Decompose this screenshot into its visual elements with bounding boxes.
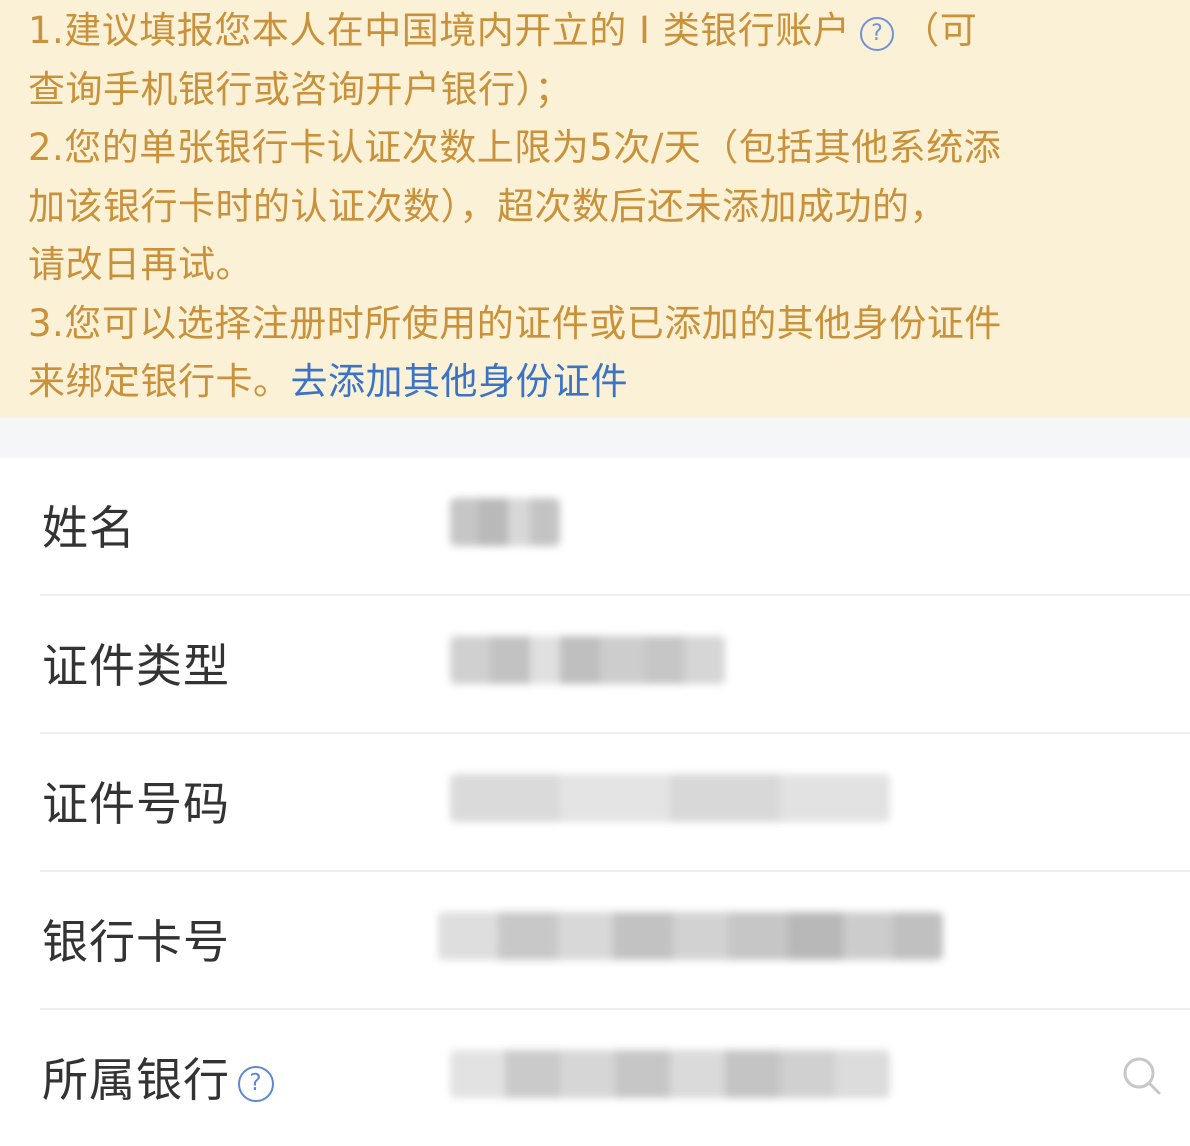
name-value-redacted: [450, 498, 560, 546]
notice-line-1-text: 1.建议填报您本人在中国境内开立的 I 类银行账户: [28, 9, 851, 52]
add-other-id-link[interactable]: 去添加其他身份证件: [291, 360, 629, 403]
card-number-value-redacted: [438, 912, 943, 960]
notice-line-3: 2.您的单张银行卡认证次数上限为5次/天（包括其他系统添: [28, 126, 1002, 169]
id-type-value-redacted: [450, 636, 725, 684]
notice-line-4: 加该银行卡时的认证次数），超次数后还未添加成功的，: [28, 184, 947, 228]
name-row: 姓名: [40, 458, 1190, 596]
notice-panel: 1.建议填报您本人在中国境内开立的 I 类银行账户? （可 查询手机银行或咨询开户…: [0, 0, 1190, 418]
bank-label-text: 所属银行: [42, 1053, 230, 1107]
notice-line-2: 查询手机银行或咨询开户银行）；: [28, 67, 572, 111]
bank-value-redacted: [450, 1050, 890, 1098]
section-divider: [0, 418, 1190, 458]
card-number-label: 银行卡号: [42, 915, 230, 969]
id-type-label: 证件类型: [42, 639, 230, 693]
notice-line-1: 1.建议填报您本人在中国境内开立的 I 类银行账户? （可: [28, 2, 1170, 61]
bank-label: 所属银行?: [42, 1044, 282, 1110]
search-icon[interactable]: [1120, 1054, 1164, 1098]
id-number-row: 证件号码: [40, 734, 1190, 872]
notice-line-5: 请改日再试。: [28, 243, 253, 286]
id-number-value-redacted: [450, 774, 890, 822]
question-circle-icon[interactable]: ?: [860, 17, 895, 51]
name-label: 姓名: [42, 501, 136, 555]
card-number-row: 银行卡号: [40, 872, 1190, 1010]
bank-row[interactable]: 所属银行?: [40, 1010, 1190, 1146]
notice-line-1-tail: （可: [902, 9, 978, 52]
notice-line-7: 来绑定银行卡。去添加其他身份证件: [28, 353, 1170, 412]
id-type-row[interactable]: 证件类型: [40, 596, 1190, 734]
id-number-label: 证件号码: [42, 777, 230, 831]
question-circle-icon[interactable]: ?: [238, 1065, 274, 1102]
notice-line-6: 3.您可以选择注册时所使用的证件或已添加的其他身份证件: [28, 301, 1002, 345]
notice-line-7-text: 来绑定银行卡。: [28, 360, 291, 403]
bank-card-form: 姓名 证件类型 证件号码 银行卡号 所属银行 ?: [0, 458, 1190, 1146]
